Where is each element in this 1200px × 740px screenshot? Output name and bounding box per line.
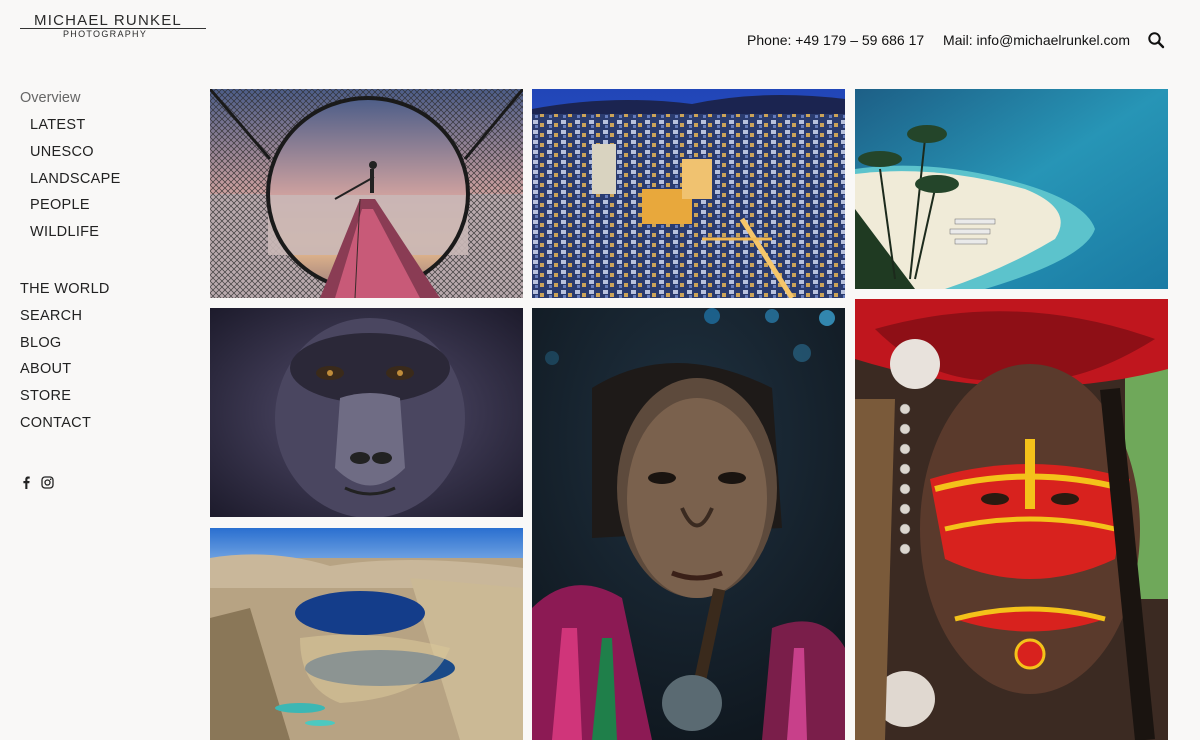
instagram-icon[interactable] [41,476,54,489]
photo-gorilla [210,308,523,517]
nav-item-store[interactable]: STORE [20,387,121,414]
gallery-photo-tattooed-woman[interactable] [532,308,845,740]
nav-item-the-world[interactable]: THE WORLD [20,280,121,307]
nav-item-people[interactable]: PEOPLE [30,196,121,223]
photo-city [532,89,845,298]
page: MICHAEL RUNKEL PHOTOGRAPHY Phone: +49 17… [0,0,1200,740]
brand-logo[interactable]: MICHAEL RUNKEL PHOTOGRAPHY [20,12,206,40]
nav-overview[interactable]: Overview [20,89,121,116]
nav-item-landscape[interactable]: LANDSCAPE [30,170,121,197]
gallery-photo-city[interactable] [532,89,845,298]
header-contact: Phone: +49 179 – 59 686 17 Mail: info@mi… [732,32,1130,48]
facebook-icon[interactable] [20,476,33,489]
gallery-photo-lakes[interactable] [210,528,523,740]
gallery-photo-beach[interactable] [855,89,1168,289]
nav-item-blog[interactable]: BLOG [20,334,121,361]
phone-text[interactable]: Phone: +49 179 – 59 686 17 [747,32,924,48]
gallery-photo-fisherman[interactable] [210,89,523,298]
nav-item-about[interactable]: ABOUT [20,360,121,387]
photo-beach [855,89,1168,289]
social-links [20,476,54,489]
nav-item-unesco[interactable]: UNESCO [30,143,121,170]
gallery-photo-gorilla[interactable] [210,308,523,517]
photo-tattooed-woman [532,308,845,740]
gallery-photo-face-paint[interactable] [855,299,1168,740]
nav-item-search[interactable]: SEARCH [20,307,121,334]
nav-item-contact[interactable]: CONTACT [20,414,121,441]
nav-main-list: THE WORLD SEARCH BLOG ABOUT STORE CONTAC… [20,280,121,441]
email-text[interactable]: Mail: info@michaelrunkel.com [943,32,1130,48]
nav-item-latest[interactable]: LATEST [30,116,121,143]
photo-lakes [210,528,523,740]
brand-subtitle: PHOTOGRAPHY [63,29,148,39]
sidebar-nav: Overview LATEST UNESCO LANDSCAPE PEOPLE … [20,89,121,441]
photo-fisherman [210,89,523,298]
nav-item-wildlife[interactable]: WILDLIFE [30,223,121,250]
search-icon[interactable] [1147,31,1165,49]
nav-sub-list: LATEST UNESCO LANDSCAPE PEOPLE WILDLIFE [20,116,121,250]
photo-face-paint [855,299,1168,740]
brand-name: MICHAEL RUNKEL [34,12,182,29]
